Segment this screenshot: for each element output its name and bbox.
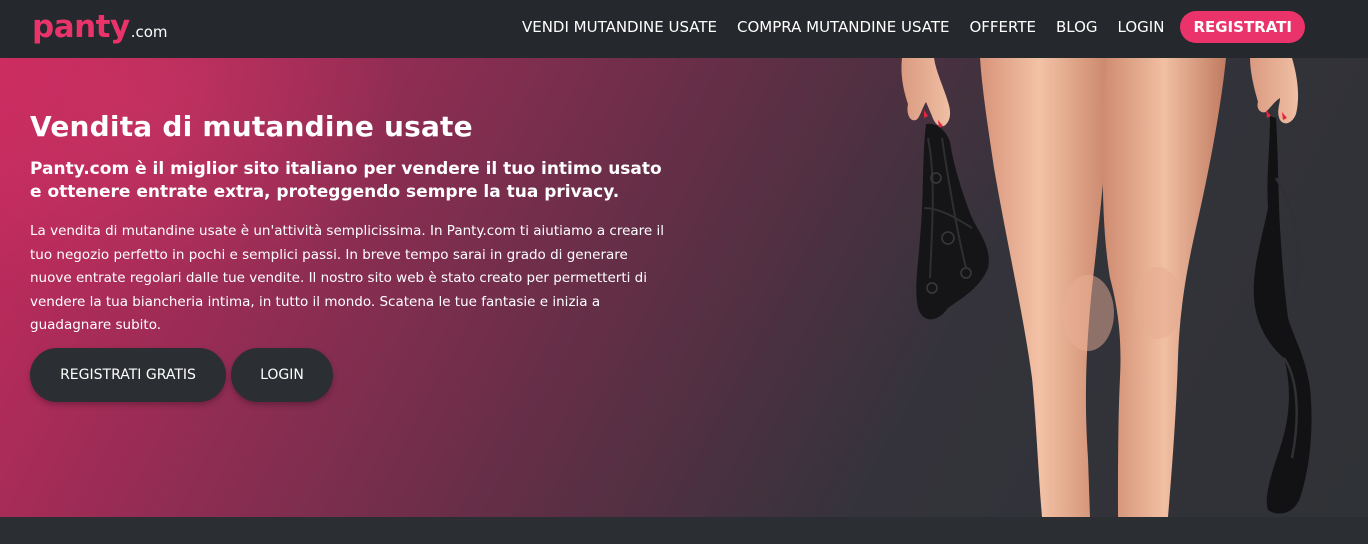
logo-wordmark: panty [32,9,130,45]
main-nav: VENDI MUTANDINE USATE COMPRA MUTANDINE U… [522,11,1305,43]
nav-link-login[interactable]: LOGIN [1118,18,1165,36]
nav-link-offers[interactable]: OFFERTE [969,18,1036,36]
right-bra [1253,116,1312,514]
section-divider-band [0,517,1368,544]
hero-section: Vendita di mutandine usate Panty.com è i… [0,58,1368,517]
nav-link-blog[interactable]: BLOG [1056,18,1098,36]
register-free-button[interactable]: REGISTRATI GRATIS [30,348,226,402]
logo-domain-suffix: .com [130,23,168,41]
right-hand [1250,58,1299,124]
hero-subtitle: Panty.com è il miglior sito italiano per… [30,159,662,202]
register-button[interactable]: REGISTRATI [1180,11,1305,43]
nav-link-sell[interactable]: VENDI MUTANDINE USATE [522,18,717,36]
nav-link-buy[interactable]: COMPRA MUTANDINE USATE [737,18,949,36]
hero-title: Vendita di mutandine usate [30,110,473,143]
top-navbar: panty .com VENDI MUTANDINE USATE COMPRA … [0,0,1368,58]
hero-description: La vendita di mutandine usate è un'attiv… [30,223,665,333]
hero-legs-image [901,58,1312,517]
site-logo[interactable]: panty .com [32,9,168,45]
hero-login-button[interactable]: LOGIN [231,348,333,402]
